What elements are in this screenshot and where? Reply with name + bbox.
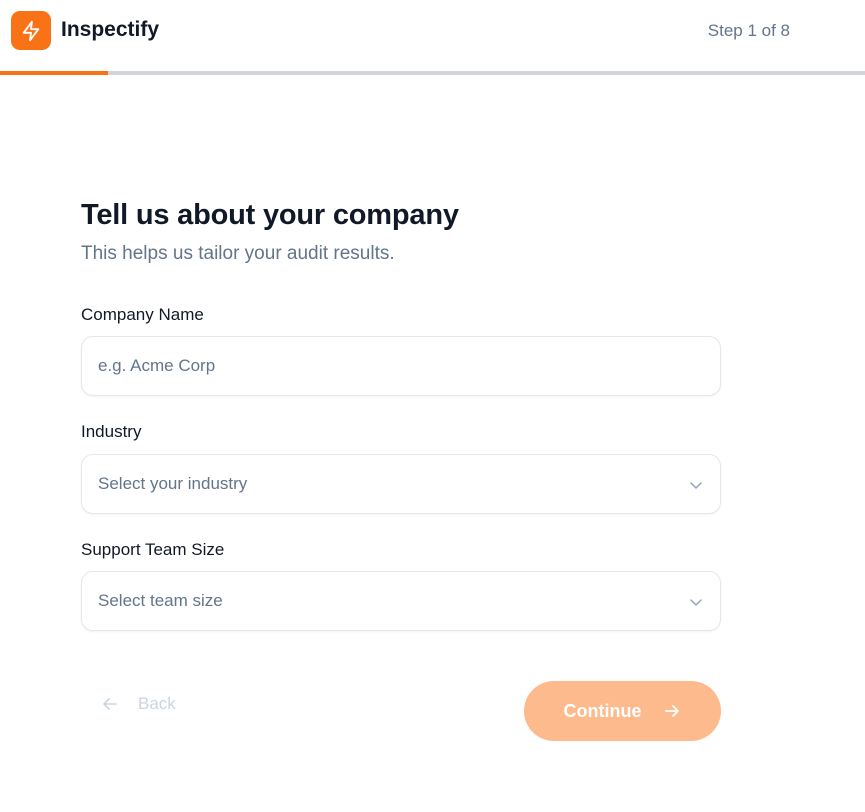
arrow-right-icon xyxy=(664,705,679,717)
lightning-bolt-icon xyxy=(22,20,40,41)
company-name-input[interactable] xyxy=(98,356,704,376)
company-name-label: Company Name xyxy=(81,305,204,324)
back-button[interactable]: Back xyxy=(100,690,176,718)
brand-name: Inspectify xyxy=(61,18,160,41)
page-subtitle: This helps us tailor your audit results. xyxy=(81,243,395,264)
chevron-down-icon xyxy=(690,599,702,606)
arrow-left-icon xyxy=(103,698,117,710)
team-size-select[interactable]: Select team size xyxy=(81,571,721,631)
page-title: Tell us about your company xyxy=(81,199,459,231)
industry-label: Industry xyxy=(81,422,142,441)
industry-select-value: Select your industry xyxy=(98,474,248,493)
industry-select[interactable]: Select your industry xyxy=(81,454,721,514)
logo xyxy=(11,11,51,50)
back-button-label: Back xyxy=(138,694,176,713)
progress-bar-fill xyxy=(0,71,109,75)
continue-button[interactable]: Continue xyxy=(524,681,721,741)
progress-bar xyxy=(0,71,865,75)
company-name-field[interactable] xyxy=(81,336,721,396)
team-size-label: Support Team Size xyxy=(81,540,225,559)
top-header: Inspectify Step 1 of 8 xyxy=(0,0,865,71)
step-indicator: Step 1 of 8 xyxy=(707,21,790,40)
team-size-select-value: Select team size xyxy=(98,591,223,610)
continue-button-label: Continue xyxy=(563,700,642,721)
chevron-down-icon xyxy=(690,482,702,489)
